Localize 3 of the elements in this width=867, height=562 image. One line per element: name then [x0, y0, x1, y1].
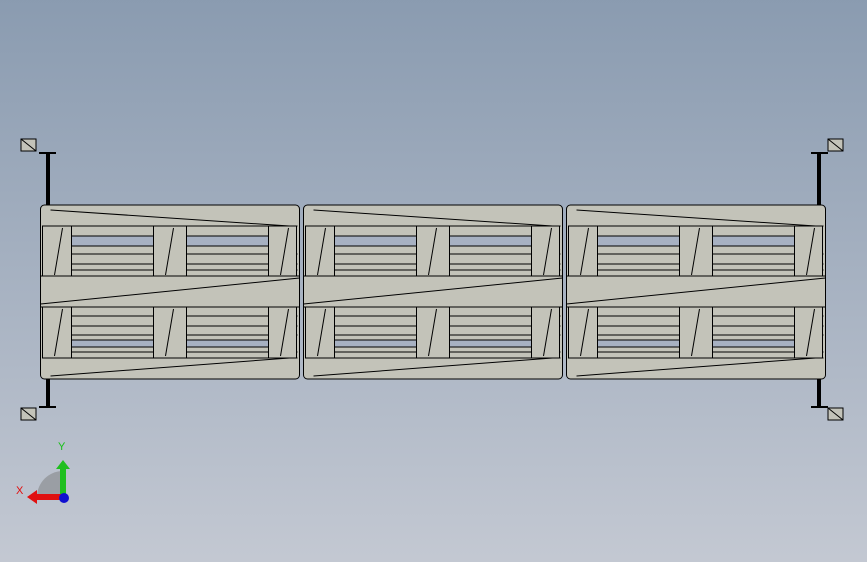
x-axis-label: X [16, 486, 24, 497]
axis-triad-icon [25, 458, 71, 506]
y-axis-label: Y [58, 442, 66, 453]
